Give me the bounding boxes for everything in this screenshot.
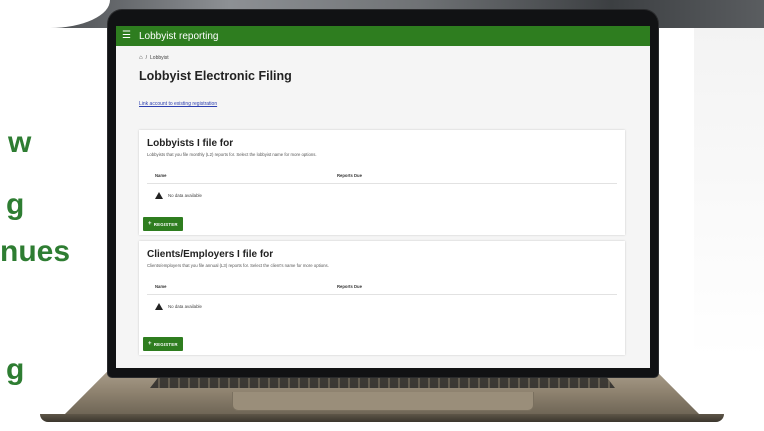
app-bar: ☰ Lobbyist reporting <box>116 26 650 46</box>
headline-line-3: nues <box>0 235 71 268</box>
home-icon[interactable]: ⌂ <box>139 55 143 61</box>
app-title: Lobbyist reporting <box>138 30 219 42</box>
lobbyists-empty-text: No data available <box>168 193 202 198</box>
register-client-label: REGISTER <box>153 341 178 347</box>
column-header-name[interactable]: Name <box>155 284 166 289</box>
clients-table-header: Name Reports Due <box>147 280 617 295</box>
headline-line-2: g <box>6 188 25 221</box>
link-account-link[interactable]: Link account to existing registration <box>139 101 650 107</box>
breadcrumb-current[interactable]: Lobbyist <box>150 55 169 61</box>
background-right <box>694 28 764 358</box>
clients-card-subtitle: Clients/employers that you file annual (… <box>147 263 329 268</box>
register-lobbyist-label: REGISTER <box>153 221 178 227</box>
column-header-reports-due[interactable]: Reports Due <box>337 173 362 178</box>
laptop-keyboard <box>150 376 615 388</box>
lobbyists-card: Lobbyists I file for Lobbyists that you … <box>139 130 625 235</box>
column-header-name[interactable]: Name <box>155 173 166 178</box>
lobbyists-empty-state: No data available <box>155 192 625 199</box>
breadcrumb-separator: / <box>145 55 148 61</box>
page-title: Lobbyist Electronic Filing <box>139 69 292 83</box>
headline-line-1: w <box>8 126 32 159</box>
clients-card: Clients/Employers I file for Clients/emp… <box>139 241 625 355</box>
laptop-trackpad <box>232 392 534 411</box>
clients-empty-state: No data available <box>155 303 625 310</box>
warning-icon <box>155 303 163 310</box>
plus-icon: + <box>148 341 152 347</box>
lobbyists-table-header: Name Reports Due <box>147 169 617 184</box>
plus-icon: + <box>148 221 152 227</box>
register-lobbyist-button[interactable]: + REGISTER <box>143 217 183 231</box>
clients-empty-text: No data available <box>168 304 202 309</box>
hamburger-icon[interactable]: ☰ <box>122 31 131 41</box>
column-header-reports-due[interactable]: Reports Due <box>337 284 362 289</box>
lobbyists-card-title: Lobbyists I file for <box>147 138 234 149</box>
warning-icon <box>155 192 163 199</box>
headline-line-4: g <box>6 353 25 386</box>
breadcrumb: ⌂ / Lobbyist <box>139 55 650 61</box>
clients-card-title: Clients/Employers I file for <box>147 249 274 260</box>
register-client-button[interactable]: + REGISTER <box>143 337 183 351</box>
lobbyists-card-subtitle: Lobbyists that you file monthly (L2) rep… <box>147 152 317 157</box>
laptop-base-edge <box>40 414 724 422</box>
laptop-screen: ☰ Lobbyist reporting ⌂ / Lobbyist Lobbyi… <box>116 26 650 368</box>
